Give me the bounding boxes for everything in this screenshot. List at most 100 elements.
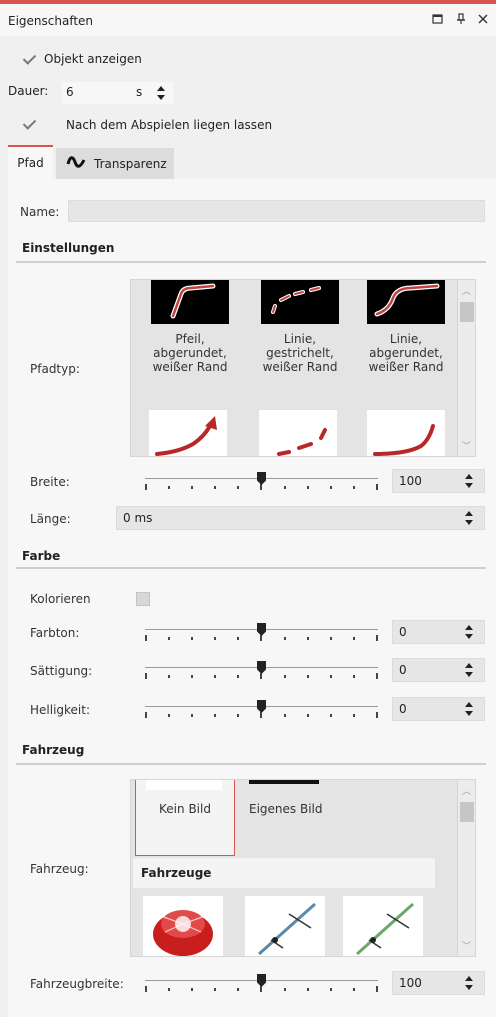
path-option-2-caption: Linie, gestrichelt, weißer Rand [250, 332, 350, 374]
pin-icon[interactable] [456, 13, 466, 29]
vehicle-width-input[interactable]: 100 [392, 971, 485, 995]
brightness-slider[interactable] [145, 700, 378, 722]
show-object-row[interactable]: Objekt anzeigen [22, 52, 142, 66]
duration-value: 6 [66, 85, 74, 99]
vehicle-group-header-label: Fahrzeuge [141, 866, 212, 880]
path-thumb-dashed[interactable] [261, 280, 339, 324]
vehicle-gallery-scroll-thumb[interactable] [460, 802, 474, 822]
chevron-up-icon[interactable]: ︿ [462, 284, 471, 297]
vehicle-width-spinner[interactable] [464, 975, 474, 991]
wave-icon [66, 155, 86, 172]
stay-after-play-row[interactable] [22, 117, 36, 131]
path-thumb-5[interactable] [259, 410, 337, 456]
saturation-value: 0 [399, 663, 407, 677]
slider-ticks [145, 635, 378, 641]
duration-input[interactable]: 6 s [62, 82, 174, 104]
chevron-down-icon[interactable]: ﹀ [462, 939, 471, 952]
saturation-slider[interactable] [145, 661, 378, 683]
hue-input[interactable]: 0 [392, 620, 485, 644]
chevron-up-icon[interactable]: ︿ [462, 784, 471, 797]
vehicle-label: Fahrzeug: [30, 862, 89, 876]
vehicle-no-image-label: Kein Bild [159, 802, 211, 816]
vehicle-gallery[interactable]: Kein Bild Eigenes Bild Fahrzeuge ︿ ﹀ [130, 779, 476, 957]
path-option-1-caption: Pfeil, abgerundet, weißer Rand [140, 332, 240, 374]
path-option-1-line1: Pfeil, [175, 332, 205, 346]
stay-after-play-label: Nach dem Abspielen liegen lassen [66, 118, 273, 132]
vehicle-option-no-image[interactable]: Kein Bild [135, 780, 235, 856]
saturation-input[interactable]: 0 [392, 658, 485, 682]
show-object-checkbox[interactable] [22, 52, 36, 66]
width-slider[interactable] [145, 472, 378, 494]
path-option-3-caption: Linie, abgerundet, weißer Rand [356, 332, 456, 374]
vehicle-width-value: 100 [399, 976, 422, 990]
saturation-slider-knob[interactable] [257, 661, 266, 674]
vehicle-thumb-plane-2[interactable] [343, 896, 423, 956]
stay-after-play-text: Nach dem Abspielen liegen lassen [66, 118, 272, 132]
chevron-down-icon[interactable]: ﹀ [462, 439, 471, 452]
stay-after-play-checkbox[interactable] [22, 117, 36, 131]
name-input[interactable] [68, 200, 485, 222]
path-option-2-line2: gestrichelt, [266, 346, 334, 360]
length-value: 0 ms [123, 511, 153, 525]
duration-unit: s [136, 85, 143, 99]
vehicle-own-image-label[interactable]: Eigenes Bild [249, 802, 323, 816]
path-option-1-line3: weißer Rand [152, 360, 228, 374]
width-spinner[interactable] [464, 473, 474, 489]
saturation-spinner[interactable] [464, 662, 474, 678]
width-slider-knob[interactable] [257, 472, 266, 485]
vehicle-thumb-balloon[interactable] [143, 896, 223, 956]
brightness-spinner[interactable] [464, 701, 474, 717]
duration-row: Dauer: [8, 84, 48, 98]
path-thumb-rounded[interactable] [367, 280, 445, 324]
path-thumb-arrow[interactable] [151, 280, 229, 324]
show-object-label: Objekt anzeigen [44, 52, 142, 66]
vehicle-thumb-plane-1[interactable] [245, 896, 325, 956]
close-icon[interactable] [478, 13, 488, 28]
path-thumb-6[interactable] [367, 410, 445, 456]
length-spinner[interactable] [464, 510, 474, 526]
hue-spinner[interactable] [464, 624, 474, 640]
length-label: Länge: [30, 512, 71, 526]
saturation-label: Sättigung: [30, 664, 93, 678]
path-thumb-4[interactable] [149, 410, 227, 456]
colorize-checkbox[interactable] [136, 592, 150, 606]
slider-ticks [145, 484, 378, 490]
hue-slider-knob[interactable] [257, 623, 266, 636]
path-type-gallery[interactable]: Pfeil, abgerundet, weißer Rand Linie, ge… [130, 279, 476, 457]
width-input[interactable]: 100 [392, 469, 485, 493]
tab-transparenz[interactable]: Transparenz [56, 148, 174, 179]
brightness-input[interactable]: 0 [392, 697, 485, 721]
brightness-label: Helligkeit: [30, 703, 91, 717]
section-divider [16, 261, 486, 263]
path-option-1-line2: abgerundet, [153, 346, 227, 360]
vehicle-option-preview [146, 780, 222, 790]
restore-icon[interactable] [432, 13, 443, 28]
vehicle-group-header: Fahrzeuge [133, 858, 435, 888]
hue-slider[interactable] [145, 623, 378, 645]
brightness-value: 0 [399, 702, 407, 716]
path-gallery-scroll-thumb[interactable] [460, 302, 474, 322]
section-divider [16, 763, 486, 765]
vehicle-width-label: Fahrzeugbreite: [30, 977, 124, 991]
tab-pfad-label: Pfad [17, 156, 44, 170]
slider-ticks [145, 673, 378, 679]
vehicle-gallery-scrollbar[interactable]: ︿ ﹀ [457, 780, 475, 956]
duration-label: Dauer: [8, 84, 49, 98]
vehicle-width-slider[interactable] [145, 974, 378, 996]
vehicle-width-slider-knob[interactable] [257, 974, 266, 987]
section-vehicle: Fahrzeug [22, 743, 85, 757]
path-option-3-line3: weißer Rand [368, 360, 444, 374]
width-value: 100 [399, 474, 422, 488]
brightness-slider-knob[interactable] [257, 700, 266, 713]
window-title: Eigenschaften [8, 14, 94, 28]
tab-transparenz-label: Transparenz [94, 156, 167, 171]
path-gallery-scrollbar[interactable]: ︿ ﹀ [457, 280, 475, 456]
tab-pfad[interactable]: Pfad [8, 145, 53, 179]
length-input[interactable]: 0 ms [116, 506, 485, 530]
section-divider [16, 567, 486, 569]
duration-spinner[interactable] [156, 85, 166, 101]
width-label: Breite: [30, 475, 70, 489]
section-settings: Einstellungen [22, 241, 115, 255]
path-option-2-line3: weißer Rand [262, 360, 338, 374]
name-label: Name: [20, 205, 60, 219]
